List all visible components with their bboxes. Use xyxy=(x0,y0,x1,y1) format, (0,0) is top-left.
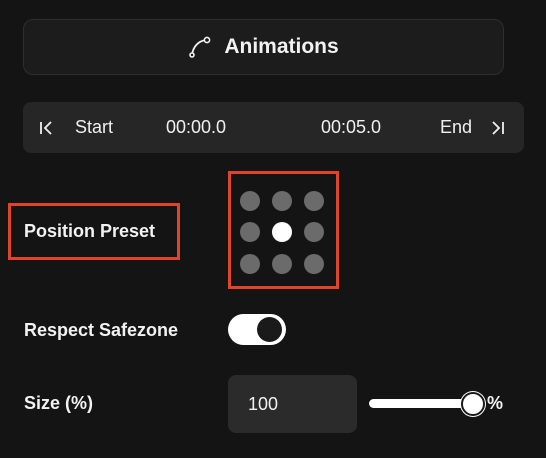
size-slider-track xyxy=(369,399,473,408)
start-label[interactable]: Start xyxy=(75,102,113,153)
size-slider-thumb[interactable] xyxy=(461,392,485,416)
preset-bottom-center[interactable] xyxy=(272,254,292,274)
preset-top-center[interactable] xyxy=(272,191,292,211)
respect-safezone-label: Respect Safezone xyxy=(24,320,179,340)
preset-top-right[interactable] xyxy=(304,191,324,211)
toggle-knob xyxy=(257,317,282,342)
size-input[interactable] xyxy=(228,375,357,433)
animation-settings-panel: Animations Start 00:00.0 00:05.0 End Pos… xyxy=(0,0,546,458)
size-unit-label: % xyxy=(487,393,504,413)
skip-to-end-icon[interactable] xyxy=(489,102,507,153)
position-preset-grid xyxy=(238,190,326,278)
timeline-bar: Start 00:00.0 00:05.0 End xyxy=(23,102,524,153)
start-time[interactable]: 00:00.0 xyxy=(166,102,226,153)
respect-safezone-toggle[interactable] xyxy=(228,314,286,345)
preset-center[interactable] xyxy=(272,222,292,242)
preset-middle-left[interactable] xyxy=(240,222,260,242)
preset-bottom-right[interactable] xyxy=(304,254,324,274)
preset-bottom-left[interactable] xyxy=(240,254,260,274)
position-preset-label: Position Preset xyxy=(24,221,156,241)
end-time[interactable]: 00:05.0 xyxy=(321,102,381,153)
size-slider[interactable] xyxy=(369,392,485,416)
size-label: Size (%) xyxy=(24,393,94,413)
preset-top-left[interactable] xyxy=(240,191,260,211)
animations-button[interactable]: Animations xyxy=(23,19,504,75)
curve-path-icon xyxy=(188,35,212,59)
animations-button-label: Animations xyxy=(224,35,339,58)
end-label[interactable]: End xyxy=(440,102,472,153)
skip-to-start-icon[interactable] xyxy=(39,102,57,153)
preset-middle-right[interactable] xyxy=(304,222,324,242)
